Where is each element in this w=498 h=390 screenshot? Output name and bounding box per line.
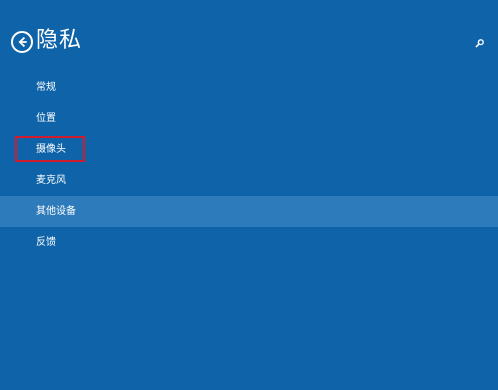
nav-item-label: 摄像头 [36,143,66,155]
nav-item-label: 常规 [36,81,56,93]
back-arrow-circle-icon [18,36,27,48]
nav-item-microphone[interactable]: 麦克风 [0,165,498,196]
nav-item-location[interactable]: 位置 [0,103,498,134]
back-button[interactable] [11,31,33,53]
nav-item-general[interactable]: 常规 [0,72,498,103]
search-icon [475,39,484,48]
nav-item-label: 麦克风 [36,174,66,186]
privacy-nav-list: 常规 位置 摄像头 麦克风 其他设备 反馈 [0,72,498,258]
nav-item-camera[interactable]: 摄像头 [0,134,498,165]
nav-item-label: 其他设备 [36,205,76,217]
nav-item-label: 位置 [36,112,56,124]
search-button[interactable] [472,35,488,51]
nav-item-feedback[interactable]: 反馈 [0,227,498,258]
nav-item-other-devices[interactable]: 其他设备 [0,196,498,227]
page-header: 隐私 [0,0,498,72]
nav-item-label: 反馈 [36,236,56,248]
page-title: 隐私 [36,28,83,53]
